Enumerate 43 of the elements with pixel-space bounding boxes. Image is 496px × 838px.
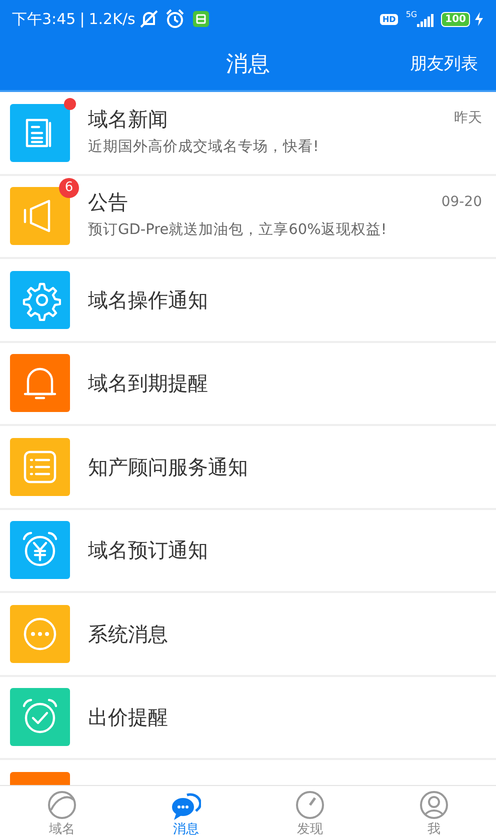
hd-indicator: HD [380,14,398,24]
message-title: 知产顾问服务通知 [88,454,248,479]
message-row[interactable]: 知产顾问服务通知 [0,426,496,510]
message-title: 出价提醒 [88,705,168,730]
message-preview: 预订GD-Pre就送加油包，立享60%返现权益! [88,220,388,240]
message-row[interactable]: 出价提醒 [0,676,496,760]
message-row[interactable]: 6 公告 09-20 预订GD-Pre就送加油包，立享60%返现权益! [0,176,496,259]
tab-button[interactable]: 消息 [124,786,248,838]
planet-icon [47,790,77,820]
signal-icon [417,12,436,26]
unread-count: 6 [59,178,79,198]
tab-button[interactable]: 域名 [0,786,124,838]
friends-list-link[interactable]: 朋友列表 [410,52,478,78]
message-time: 09-20 [441,192,482,212]
chat-bubble-icon [171,790,201,820]
network-speed: 1.2K/s [88,8,136,30]
page-title: 消息 [226,50,270,78]
message-title: 域名新闻 [88,106,168,131]
status-time: 下午3:45 [12,8,76,30]
message-row[interactable]: 域名操作通知 [0,259,496,342]
charging-icon [474,12,484,26]
message-preview: 近期国外高价成交域名专场，快看! [88,138,320,157]
message-row[interactable]: 域名新闻 昨天 近期国外高价成交域名专场，快看! [0,92,496,176]
stopwatch-icon [295,790,325,820]
message-row[interactable]: 系统消息 [0,593,496,676]
profile-icon [419,790,449,820]
unread-dot [64,98,76,110]
message-title: 域名到期提醒 [88,371,208,396]
message-title: 域名预订通知 [88,538,208,562]
message-row[interactable]: 域名预订通知 [0,510,496,593]
battery-indicator: 100 [441,12,470,26]
message-time: 昨天 [454,109,482,128]
tab-button[interactable]: 发现 [248,786,372,838]
alarm-icon [165,9,186,29]
message-title: 系统消息 [88,622,168,646]
status-separator: | [80,8,85,30]
message-row[interactable]: 域名到期提醒 [0,342,496,426]
message-title: 域名操作通知 [88,288,208,312]
app-notification-icon [193,11,210,27]
network-type: 5G [406,9,418,21]
muted-bell-icon [139,10,160,28]
tab-button[interactable]: 我 [372,786,496,838]
message-title: 公告 [88,190,128,214]
